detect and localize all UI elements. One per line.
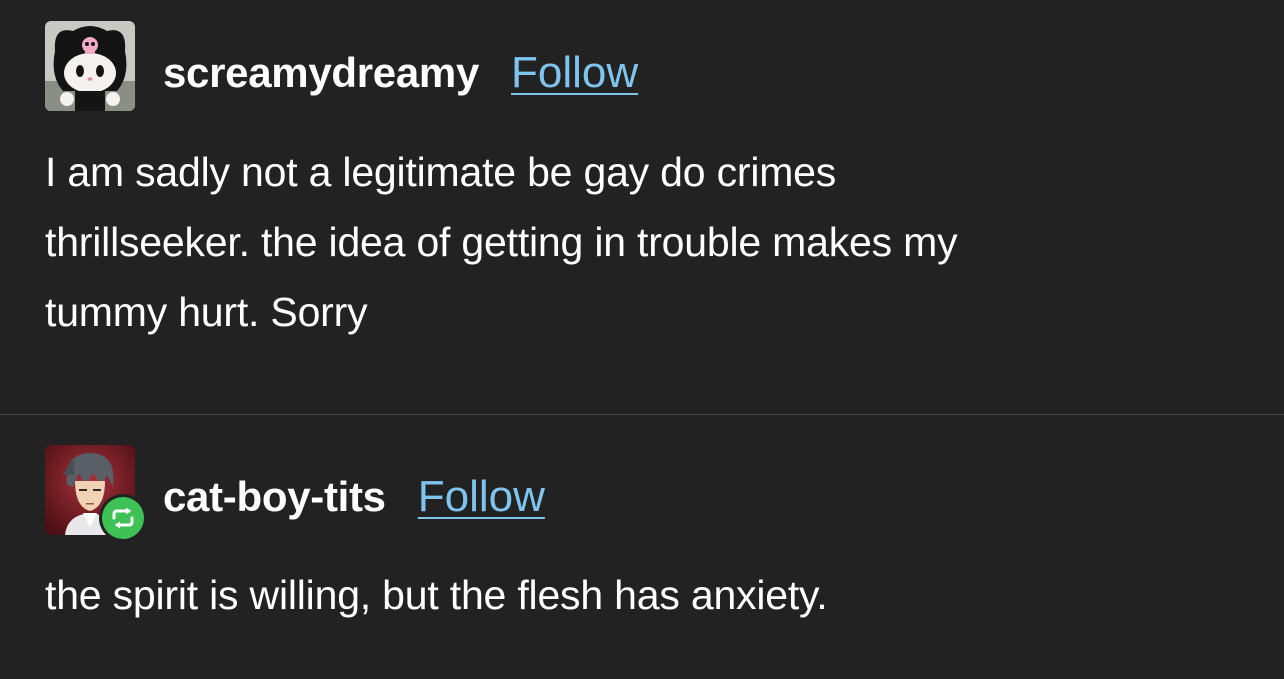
post-header: screamydreamy Follow [163, 48, 638, 98]
post-header: cat-boy-tits Follow [163, 472, 545, 522]
post-text-line: the spirit is willing, but the flesh has… [45, 572, 828, 618]
post-text: the spirit is willing, but the flesh has… [45, 560, 1225, 630]
post-text-line: I am sadly not a legitimate be gay do cr… [45, 149, 837, 195]
plush-toy-avatar-icon [45, 21, 135, 111]
reblog-badge [99, 494, 147, 542]
username-link[interactable]: cat-boy-tits [163, 473, 386, 521]
user-avatar[interactable] [45, 21, 135, 111]
username-link[interactable]: screamydreamy [163, 49, 479, 97]
post-text-line: tummy hurt. Sorry [45, 289, 368, 335]
post: screamydreamy Follow I am sadly not a le… [0, 0, 1284, 414]
post: cat-boy-tits Follow the spirit is willin… [0, 415, 1284, 679]
reblog-icon [112, 507, 134, 529]
post-text-line: thrillseeker. the idea of getting in tro… [45, 219, 958, 265]
follow-button[interactable]: Follow [511, 48, 638, 98]
follow-button[interactable]: Follow [418, 472, 545, 522]
post-text: I am sadly not a legitimate be gay do cr… [45, 137, 1225, 347]
